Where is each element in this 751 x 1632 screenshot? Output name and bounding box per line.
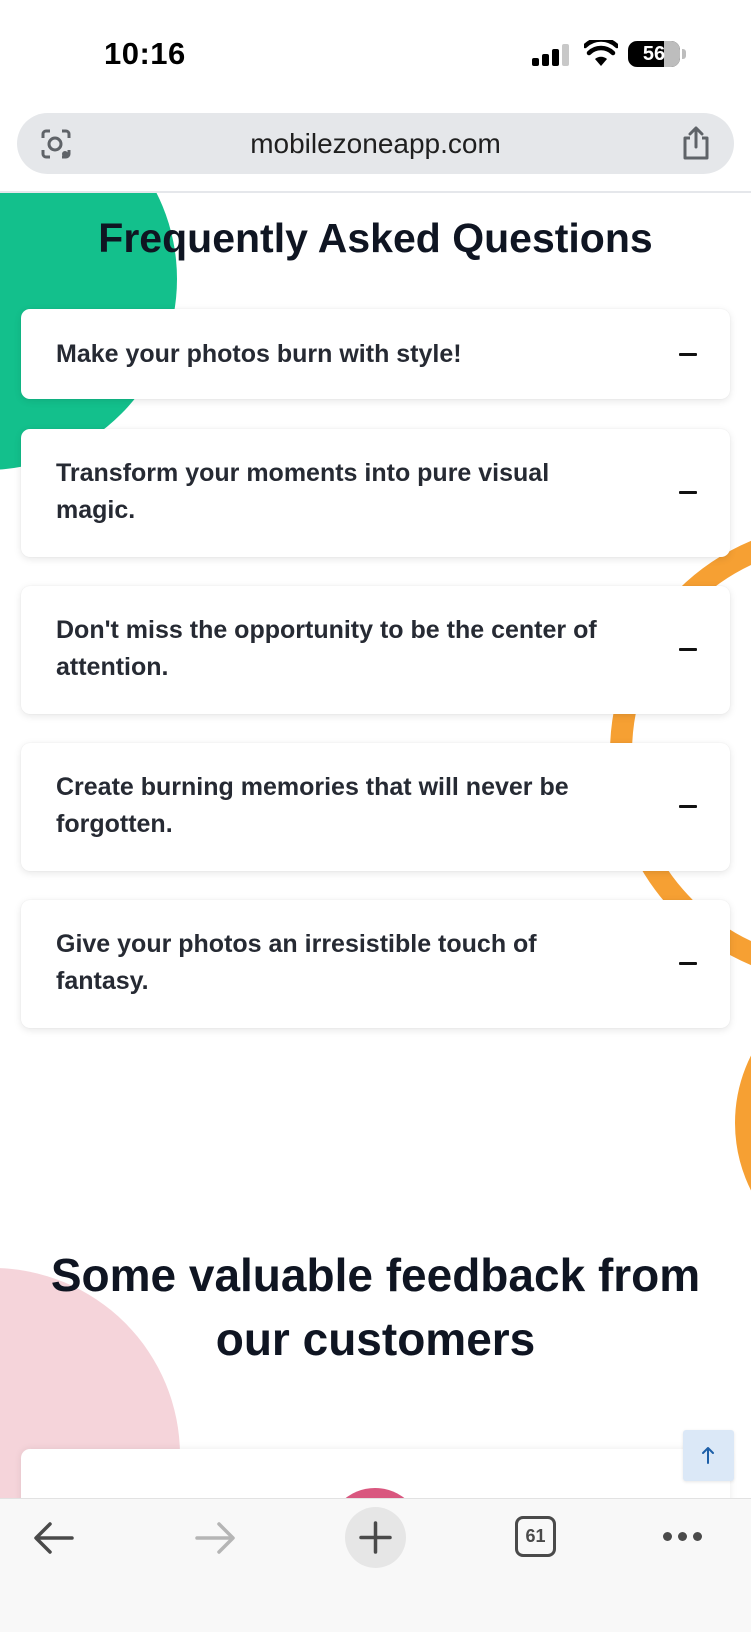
tabs-icon[interactable]: 61	[515, 1516, 556, 1557]
plus-icon	[359, 1521, 392, 1554]
feedback-title: Some valuable feedback from our customer…	[50, 1249, 701, 1365]
faq-question[interactable]: Don't miss the opportunity to be the cen…	[56, 612, 616, 686]
status-time: 10:16	[104, 36, 186, 71]
page-content[interactable]: Frequently Asked Questions Make your pho…	[0, 193, 751, 1498]
battery-nub	[682, 49, 686, 59]
faq-question[interactable]: Give your photos an irresistible touch o…	[56, 926, 616, 1000]
minus-icon[interactable]	[679, 805, 697, 808]
arrow-up-icon	[702, 1447, 714, 1464]
address-bar[interactable]: mobilezoneapp.com	[17, 113, 734, 174]
browser-toolbar: 61	[0, 1498, 751, 1632]
forward-arrow-icon[interactable]	[193, 1521, 237, 1555]
decorative-orange-arc-lower	[735, 973, 751, 1273]
faq-item[interactable]: Give your photos an irresistible touch o…	[21, 900, 730, 1028]
back-arrow-icon[interactable]	[32, 1521, 76, 1555]
faq-item[interactable]: Make your photos burn with style!	[21, 309, 730, 399]
minus-icon[interactable]	[679, 648, 697, 651]
faq-title: Frequently Asked Questions	[98, 215, 653, 261]
new-tab-button[interactable]	[345, 1507, 406, 1568]
battery-icon: 56	[628, 41, 680, 67]
status-bar: 10:16 56	[0, 0, 751, 108]
minus-icon[interactable]	[679, 353, 697, 356]
faq-question[interactable]: Create burning memories that will never …	[56, 769, 616, 843]
faq-question[interactable]: Make your photos burn with style!	[56, 336, 616, 373]
faq-question[interactable]: Transform your moments into pure visual …	[56, 455, 616, 529]
more-icon[interactable]	[663, 1532, 703, 1542]
url-text[interactable]: mobilezoneapp.com	[17, 128, 734, 160]
faq-item[interactable]: Don't miss the opportunity to be the cen…	[21, 586, 730, 714]
scroll-to-top-button[interactable]	[683, 1430, 734, 1481]
minus-icon[interactable]	[679, 491, 697, 494]
signal-icon	[532, 44, 570, 66]
faq-item[interactable]: Transform your moments into pure visual …	[21, 429, 730, 557]
share-icon[interactable]	[680, 125, 712, 161]
wifi-icon	[584, 40, 618, 66]
minus-icon[interactable]	[679, 962, 697, 965]
battery-level: 56	[642, 43, 666, 65]
faq-item[interactable]: Create burning memories that will never …	[21, 743, 730, 871]
